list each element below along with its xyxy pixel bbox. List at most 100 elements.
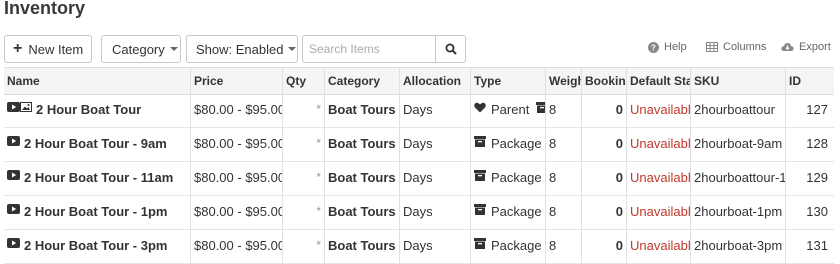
column-header-sku[interactable]: SKU — [691, 68, 786, 94]
table-row[interactable]: 2 Hour Boat Tour - 3pm $80.00 - $95.00 * Bo… — [4, 230, 834, 264]
cell-sku: 2hourboat-3pm — [691, 230, 786, 263]
column-header-price[interactable]: Price — [191, 68, 283, 94]
cell-default-status: Unavailable — [627, 230, 691, 263]
cell-name[interactable]: 2 Hour Boat Tour - 1pm — [4, 196, 191, 229]
search-button[interactable] — [435, 35, 466, 63]
cloud-download-icon — [781, 43, 794, 51]
cell-type: Package — [471, 162, 546, 195]
column-header-id[interactable]: ID — [786, 68, 834, 94]
cell-price: $80.00 - $95.00 — [191, 196, 283, 229]
cell-price: $80.00 - $95.00 — [191, 230, 283, 263]
video-icon — [7, 204, 20, 214]
category-dropdown[interactable]: Category — [101, 35, 181, 63]
package-icon — [536, 102, 545, 113]
columns-label: Columns — [723, 41, 767, 53]
heart-icon — [474, 102, 486, 113]
cell-default-status: Unavailable — [627, 128, 691, 161]
item-name[interactable]: 2 Hour Boat Tour - 9am — [24, 136, 167, 151]
item-name[interactable]: 2 Hour Boat Tour - 11am — [24, 170, 173, 185]
package-icon — [474, 170, 486, 181]
type-label: Package — [491, 204, 542, 219]
svg-text:?: ? — [651, 43, 656, 52]
page-title: Inventory — [4, 0, 86, 18]
cell-booking: 0 — [582, 162, 627, 195]
package-icon — [474, 238, 486, 249]
cell-default-status: Unavailable — [627, 94, 691, 127]
cell-name[interactable]: 2 Hour Boat Tour - 11am — [4, 162, 191, 195]
item-name[interactable]: 2 Hour Boat Tour - 3pm — [24, 238, 167, 253]
help-link[interactable]: ? Help — [648, 41, 687, 53]
video-icon — [7, 238, 20, 248]
column-header-type[interactable]: Type — [471, 68, 546, 94]
caret-down-icon — [288, 47, 297, 51]
cell-weight: 8 — [546, 162, 582, 195]
cell-qty: * — [283, 162, 325, 195]
cell-id: 127 — [806, 102, 828, 117]
video-icon — [7, 136, 20, 146]
cell-name[interactable]: 2 Hour Boat Tour — [4, 94, 191, 127]
image-icon — [20, 102, 32, 112]
column-header-allocation[interactable]: Allocation — [400, 68, 471, 94]
cell-default-status: Unavailable — [627, 196, 691, 229]
cell-price: $80.00 - $95.00 — [191, 94, 283, 127]
table-row[interactable]: 2 Hour Boat Tour - 11am $80.00 - $95.00 * B… — [4, 162, 834, 196]
cell-type: Package — [471, 128, 546, 161]
cell-booking: 0 — [582, 196, 627, 229]
cell-weight: 8 — [546, 196, 582, 229]
cell-booking: 0 — [582, 128, 627, 161]
item-name[interactable]: 2 Hour Boat Tour — [36, 102, 141, 117]
columns-link[interactable]: Columns — [706, 41, 766, 53]
cell-price: $80.00 - $95.00 — [191, 162, 283, 195]
type-label: Parent — [491, 102, 530, 117]
type-label: Package — [491, 170, 542, 185]
cell-type: Package — [471, 196, 546, 229]
columns-icon — [706, 42, 718, 52]
cell-default-status: Unavailable — [627, 162, 691, 195]
cell-name[interactable]: 2 Hour Boat Tour - 3pm — [4, 230, 191, 263]
cell-sku: 2hourboattour — [691, 94, 786, 127]
cell-qty: * — [283, 94, 325, 127]
cell-id: 129 — [806, 170, 828, 185]
export-label: Export — [799, 41, 831, 53]
cell-allocation: Days — [400, 94, 471, 127]
column-header-name[interactable]: Name — [4, 68, 191, 94]
column-header-weigh[interactable]: Weigh — [546, 68, 582, 94]
plus-icon: + — [13, 40, 23, 57]
column-header-default-status[interactable]: Default Stat — [627, 68, 691, 94]
table-row[interactable]: 2 Hour Boat Tour - 9am $80.00 - $95.00 * Bo… — [4, 128, 834, 162]
cell-id: 130 — [806, 204, 828, 219]
package-icon — [474, 204, 486, 215]
cell-qty: * — [283, 230, 325, 263]
cell-name[interactable]: 2 Hour Boat Tour - 9am — [4, 128, 191, 161]
export-link[interactable]: Export — [781, 41, 831, 53]
video-icon — [7, 170, 20, 180]
cell-weight: 8 — [546, 128, 582, 161]
type-label: Package — [491, 136, 542, 151]
cell-weight: 8 — [546, 94, 582, 127]
column-header-booking[interactable]: Booking — [582, 68, 627, 94]
type-label: Package — [491, 238, 542, 253]
new-item-button[interactable]: + New Item — [4, 35, 92, 63]
cell-price: $80.00 - $95.00 — [191, 128, 283, 161]
item-name[interactable]: 2 Hour Boat Tour - 1pm — [24, 204, 167, 219]
show-filter-label: Show: Enabled — [196, 41, 284, 57]
column-header-category[interactable]: Category — [325, 68, 400, 94]
table-row[interactable]: 2 Hour Boat Tour - 1pm $80.00 - $95.00 * Bo… — [4, 196, 834, 230]
cell-category: Boat Tours — [325, 230, 400, 263]
table-row[interactable]: 2 Hour Boat Tour $80.00 - $95.00 * Boat Tou… — [4, 94, 834, 128]
search-input[interactable] — [302, 35, 436, 63]
cell-id: 128 — [806, 136, 828, 151]
cell-category: Boat Tours — [325, 196, 400, 229]
show-filter-dropdown[interactable]: Show: Enabled — [186, 35, 298, 63]
cell-sku: 2hourboat-1pm — [691, 196, 786, 229]
help-label: Help — [664, 41, 687, 53]
question-circle-icon: ? — [648, 41, 659, 53]
cell-allocation: Days — [400, 128, 471, 161]
column-header-qty[interactable]: Qty — [283, 68, 325, 94]
cell-qty: * — [283, 128, 325, 161]
cell-category: Boat Tours — [325, 94, 400, 127]
cell-category: Boat Tours — [325, 162, 400, 195]
new-item-label: New Item — [28, 41, 84, 57]
cell-allocation: Days — [400, 162, 471, 195]
cell-booking: 0 — [582, 94, 627, 127]
